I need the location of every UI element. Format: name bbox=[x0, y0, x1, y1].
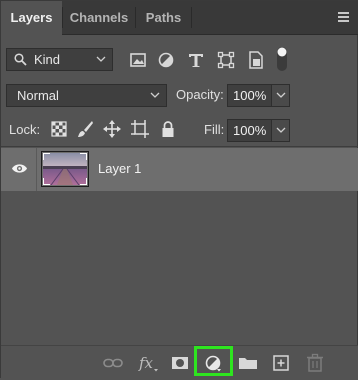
lock-position-icon[interactable] bbox=[102, 119, 122, 139]
fx-layer-style-icon[interactable]: fx bbox=[137, 353, 159, 373]
filter-toggle-icon[interactable] bbox=[273, 45, 291, 73]
tab-bar: Layers Channels Paths bbox=[1, 1, 358, 35]
svg-text:fx: fx bbox=[138, 354, 154, 372]
lock-label: Lock: bbox=[9, 122, 41, 137]
chevron-down-icon bbox=[150, 92, 160, 98]
adjustment-filter-icon[interactable] bbox=[155, 49, 177, 71]
layers-bottom-toolbar: fx bbox=[1, 345, 358, 380]
blend-mode-dropdown[interactable]: Normal bbox=[6, 84, 167, 107]
tab-divider bbox=[191, 7, 192, 28]
layer-name[interactable]: Layer 1 bbox=[98, 161, 141, 176]
new-group-icon[interactable] bbox=[237, 353, 259, 373]
tab-channels[interactable]: Channels bbox=[63, 1, 135, 34]
fill-value: 100% bbox=[233, 123, 267, 138]
layer-thumbnail[interactable] bbox=[41, 151, 89, 187]
new-layer-icon[interactable] bbox=[270, 353, 292, 373]
fill-dropdown-button[interactable] bbox=[271, 119, 290, 142]
thumbnail-corner bbox=[80, 153, 87, 160]
type-filter-icon[interactable] bbox=[185, 49, 207, 71]
add-mask-icon[interactable] bbox=[169, 353, 191, 373]
thumbnail-corner bbox=[80, 178, 87, 185]
shape-filter-icon[interactable] bbox=[215, 49, 237, 71]
adjustment-layer-highlight bbox=[194, 346, 233, 376]
opacity-value: 100% bbox=[233, 88, 267, 103]
delete-layer-icon[interactable] bbox=[304, 353, 326, 373]
panel-divider bbox=[1, 146, 358, 147]
panel-menu-icon[interactable] bbox=[338, 12, 349, 22]
link-layers-icon[interactable] bbox=[102, 353, 124, 373]
search-icon bbox=[14, 53, 27, 66]
blend-mode-label: Normal bbox=[17, 88, 59, 103]
eye-visibility-icon[interactable] bbox=[11, 162, 28, 175]
smart-object-filter-icon[interactable] bbox=[245, 49, 267, 71]
lock-transparent-pixels-icon[interactable] bbox=[49, 119, 69, 139]
layers-panel: Layers Channels Paths Kind Normal Opacit… bbox=[0, 0, 358, 380]
row-divider bbox=[36, 148, 37, 191]
lock-all-icon[interactable] bbox=[158, 119, 178, 139]
chevron-down-icon bbox=[276, 127, 286, 133]
chevron-down-icon bbox=[276, 92, 286, 98]
opacity-dropdown-button[interactable] bbox=[271, 84, 290, 107]
tab-paths[interactable]: Paths bbox=[136, 1, 191, 34]
lock-artboard-icon[interactable] bbox=[130, 119, 150, 139]
layer-row[interactable]: Layer 1 bbox=[1, 148, 358, 191]
filter-kind-label: Kind bbox=[34, 52, 61, 67]
fill-field[interactable]: 100% bbox=[227, 119, 290, 142]
thumbnail-corner bbox=[43, 153, 50, 160]
lock-image-pixels-icon[interactable] bbox=[75, 119, 95, 139]
thumbnail-corner bbox=[43, 178, 50, 185]
opacity-label: Opacity: bbox=[176, 87, 224, 102]
fill-label: Fill: bbox=[204, 122, 225, 137]
opacity-field[interactable]: 100% bbox=[227, 84, 290, 107]
chevron-down-icon bbox=[96, 56, 106, 62]
image-filter-icon[interactable] bbox=[127, 49, 149, 71]
filter-kind-dropdown[interactable]: Kind bbox=[6, 48, 113, 71]
tab-layers[interactable]: Layers bbox=[1, 1, 62, 35]
